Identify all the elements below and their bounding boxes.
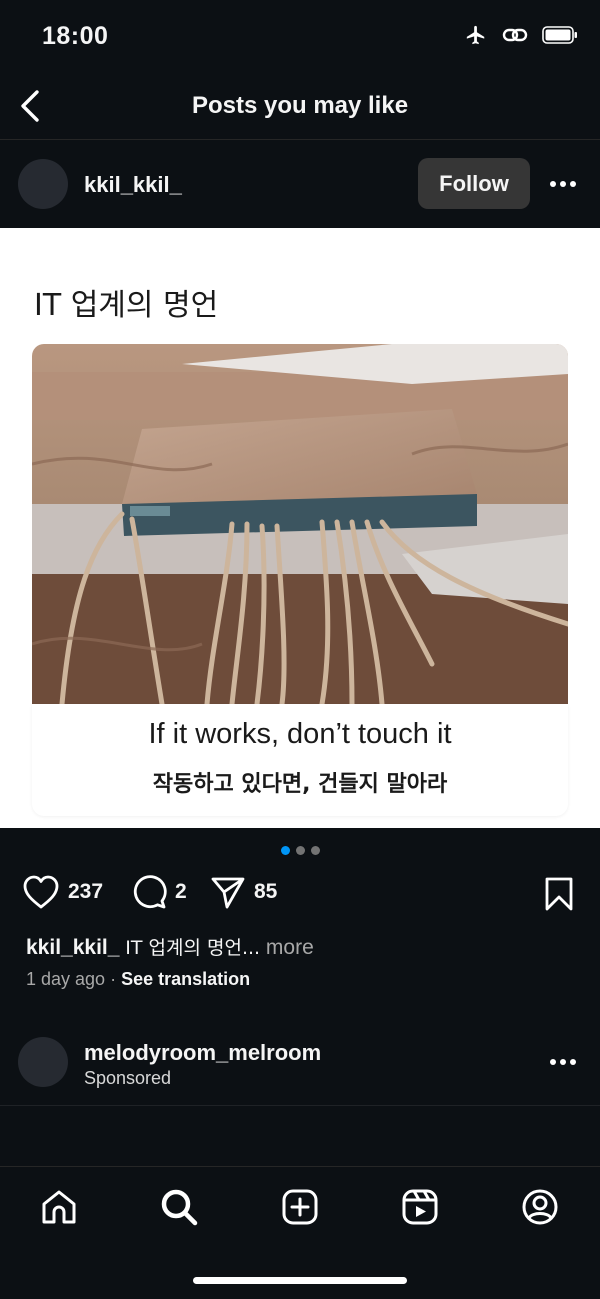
post-media[interactable]: IT 업계의 명언 If it works, don’t touch it 작동… [0, 228, 600, 828]
media-caption-korean: 작동하고 있다면, 건들지 말아라 [152, 772, 448, 797]
nav-home[interactable] [37, 1185, 81, 1229]
post-username[interactable]: kkil_kkil_ [84, 172, 182, 198]
post-header: kkil_kkil_ Follow [0, 140, 600, 228]
ellipsis-icon [550, 1059, 576, 1065]
caption-username[interactable]: kkil_kkil_ [26, 936, 119, 959]
media-caption-card: If it works, don’t touch it 작동하고 있다면, 건들… [32, 704, 568, 816]
share-button[interactable]: 85 [210, 874, 277, 910]
sponsored-post-header: melodyroom_melroom Sponsored [0, 1020, 600, 1106]
page-title: Posts you may like [191, 92, 409, 119]
bookmark-icon [545, 877, 573, 911]
post-photo [32, 344, 568, 704]
caption-more-link[interactable]: more [266, 936, 314, 959]
post-caption: kkil_kkil_ IT 업계의 명언... more [26, 933, 314, 960]
battery-icon [542, 26, 578, 44]
header: Posts you may like [0, 72, 600, 140]
nav-profile[interactable] [518, 1185, 562, 1229]
send-icon [211, 877, 245, 909]
comment-icon [133, 875, 167, 909]
sponsored-options-button[interactable] [548, 1050, 578, 1074]
reels-icon [402, 1189, 438, 1225]
meta-separator: · [110, 969, 117, 989]
home-indicator[interactable] [193, 1277, 407, 1284]
see-translation-link[interactable]: See translation [121, 969, 250, 989]
like-count: 237 [68, 880, 104, 903]
post-options-button[interactable] [548, 172, 578, 196]
post-meta: 1 day ago · See translation [26, 969, 250, 990]
carousel-dot-active [280, 846, 290, 855]
save-button[interactable] [544, 876, 574, 917]
nav-reels[interactable] [398, 1185, 442, 1229]
post-time: 1 day ago [26, 969, 106, 989]
media-title: IT 업계의 명언 [34, 288, 219, 323]
status-time: 18:00 [42, 22, 109, 50]
sponsored-label: Sponsored [84, 1068, 172, 1088]
share-count: 85 [254, 880, 278, 903]
sponsor-username[interactable]: melodyroom_melroom [84, 1040, 321, 1066]
airplane-icon [464, 24, 488, 46]
create-icon [282, 1189, 318, 1225]
carousel-indicator [0, 846, 600, 855]
post-actions: 237 2 85 [0, 870, 600, 920]
nav-create[interactable] [278, 1185, 322, 1229]
avatar[interactable] [18, 159, 68, 209]
search-icon [161, 1189, 198, 1226]
status-bar: 18:00 [0, 0, 600, 72]
avatar[interactable] [18, 1037, 68, 1087]
nav-search[interactable] [157, 1185, 201, 1229]
link-icon [502, 25, 528, 45]
profile-icon [522, 1189, 558, 1225]
comment-count: 2 [175, 880, 187, 903]
carousel-dot [295, 846, 305, 855]
carousel-dot [310, 846, 320, 855]
home-icon [42, 1190, 76, 1224]
heart-icon [23, 875, 59, 909]
like-button[interactable]: 237 [22, 874, 103, 910]
ellipsis-icon [550, 181, 576, 187]
follow-button[interactable]: Follow [418, 158, 530, 209]
media-caption-english: If it works, don’t touch it [148, 718, 452, 750]
caption-text: IT 업계의 명언... [125, 937, 261, 959]
comment-button[interactable]: 2 [131, 874, 187, 910]
status-icons [464, 24, 578, 46]
